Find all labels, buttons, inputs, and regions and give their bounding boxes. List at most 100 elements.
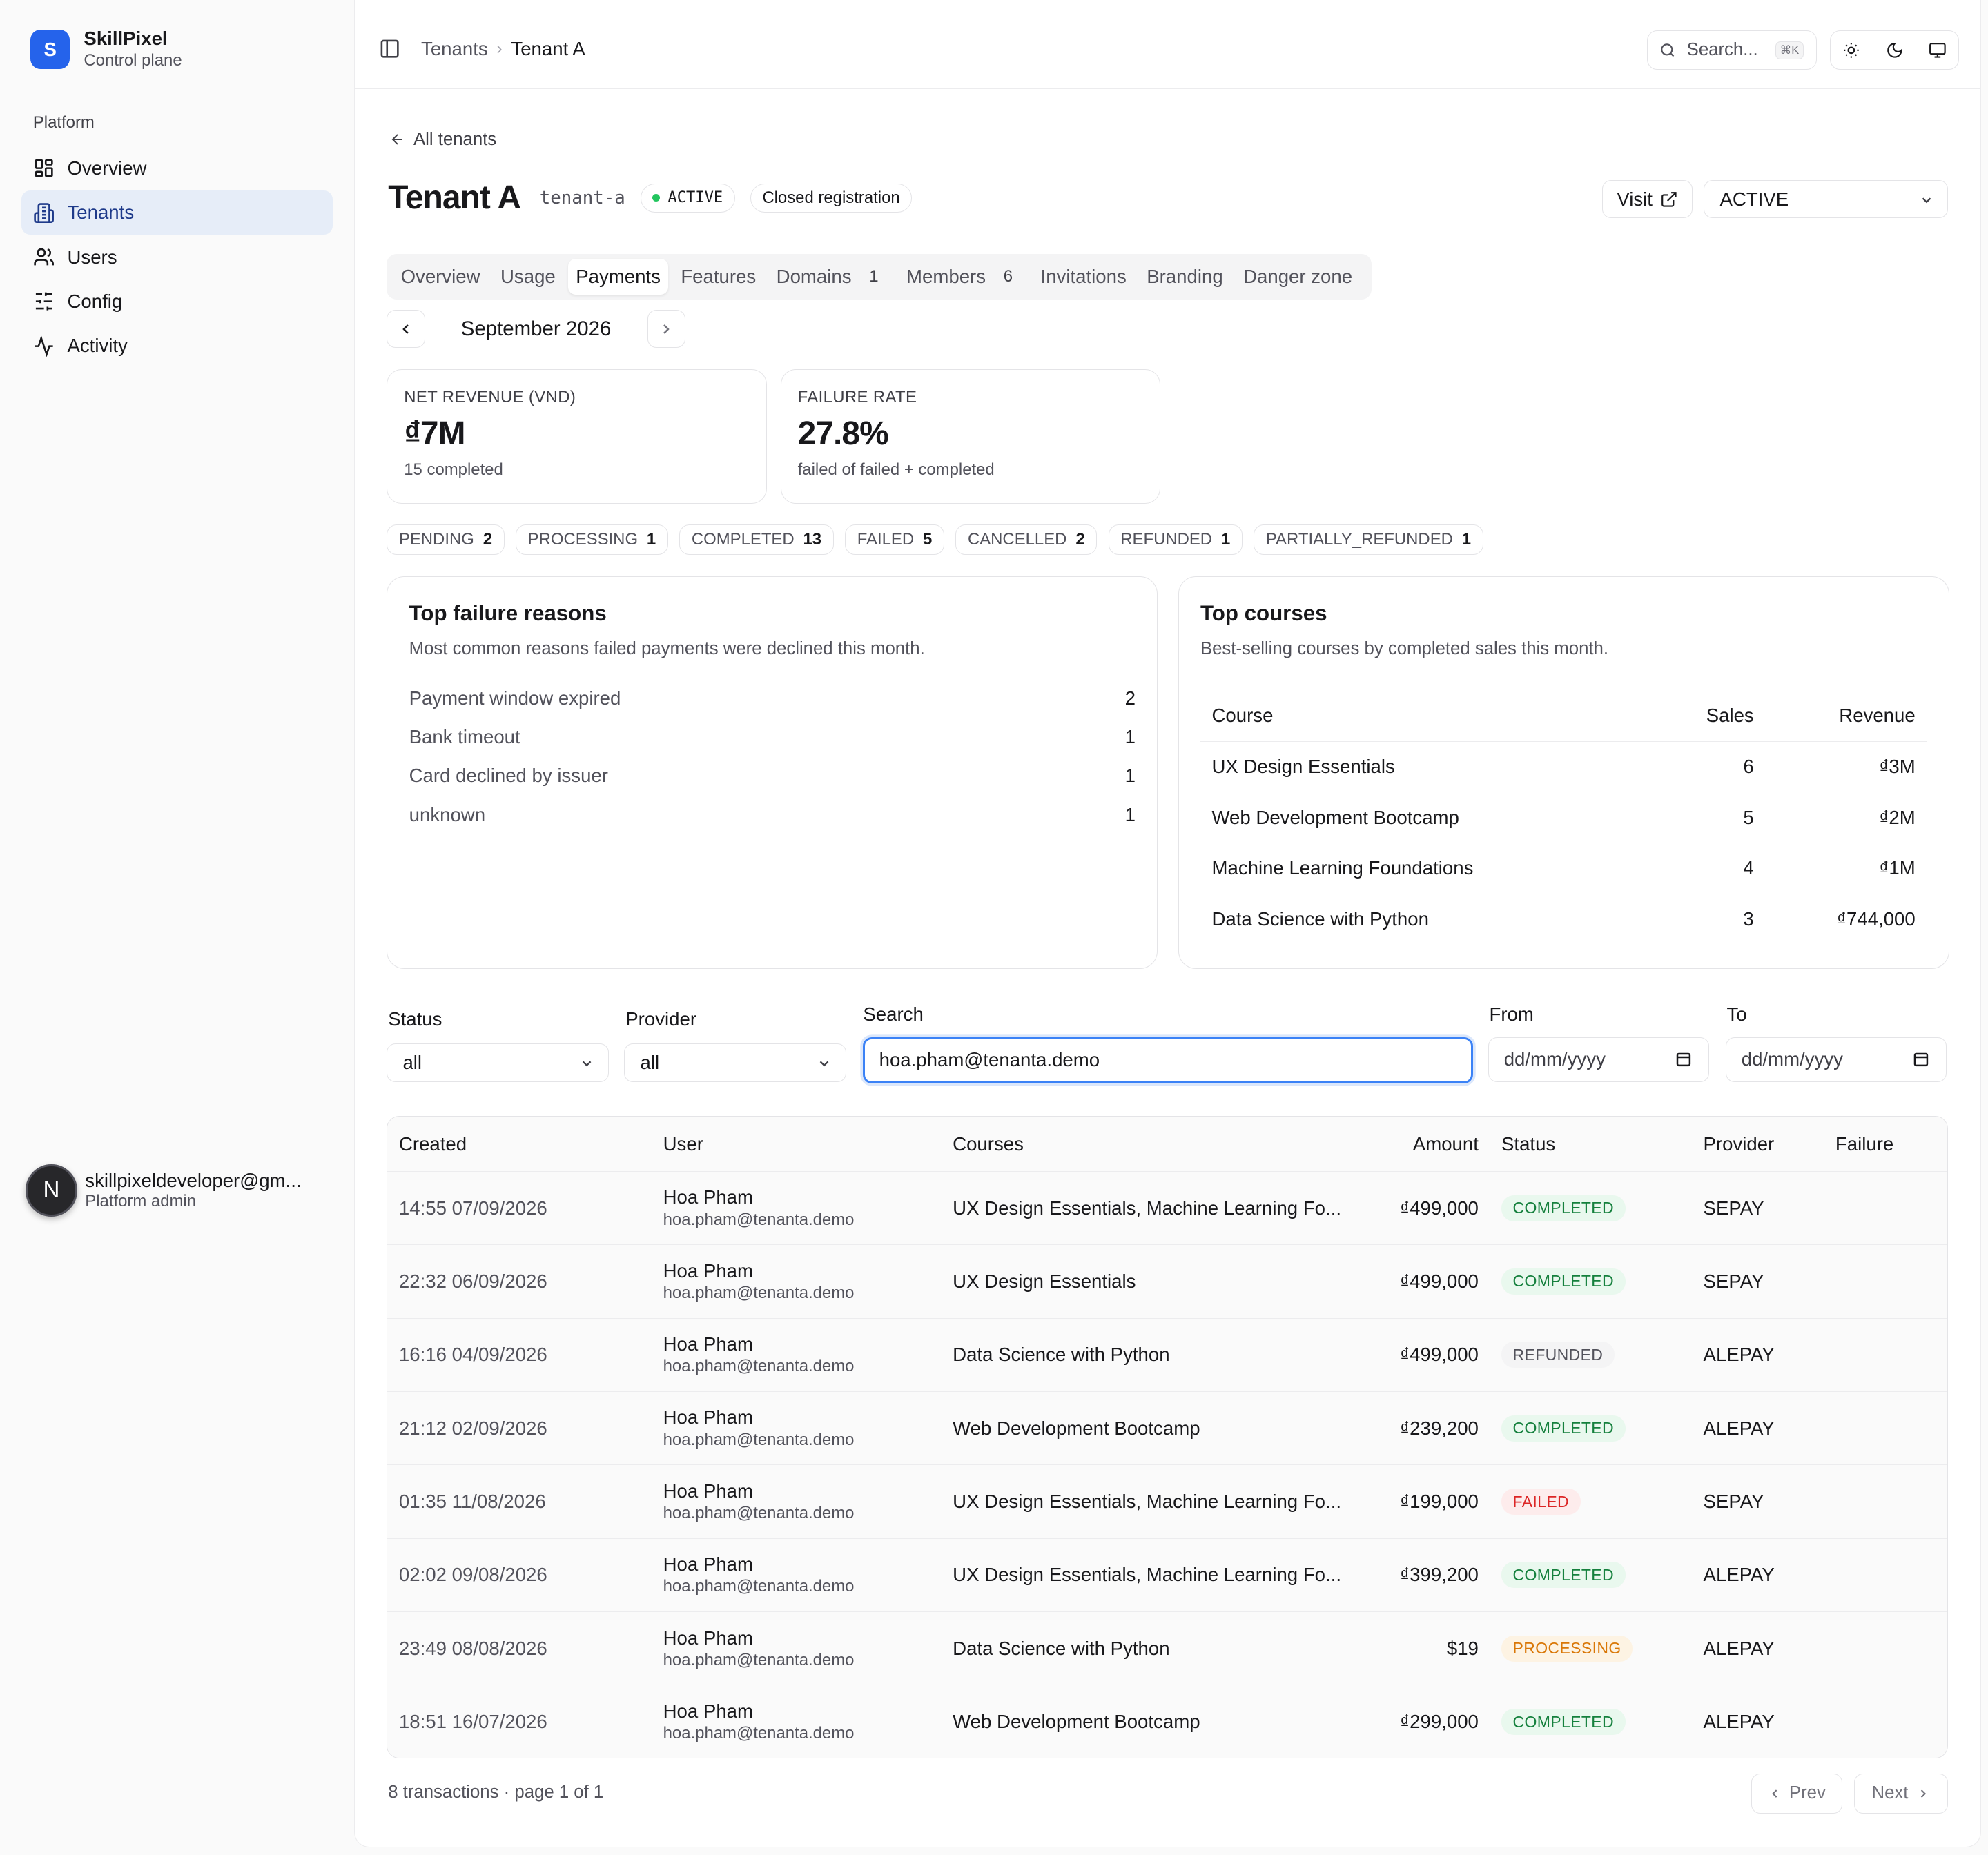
sidebar-item-overview[interactable]: Overview: [21, 146, 333, 190]
chip-label: REFUNDED: [1120, 529, 1213, 549]
theme-system-button[interactable]: [1916, 31, 1958, 69]
stat-subtext: failed of failed + completed: [797, 460, 995, 480]
tab-domains[interactable]: Domains 1: [769, 259, 894, 295]
failure-rate-card: FAILURE RATE 27.8% failed of failed + co…: [780, 369, 1160, 504]
table-row[interactable]: 23:49 08/08/2026 Hoa Pham hoa.pham@tenanta…: [387, 1611, 1947, 1686]
tenant-status-select[interactable]: ACTIVE: [1704, 180, 1948, 219]
registration-badge: Closed registration: [750, 183, 913, 213]
column-header-created[interactable]: Created: [387, 1117, 652, 1172]
amount-cell: ₫499,000: [1360, 1318, 1490, 1392]
table-row: Web Development Bootcamp 5 ₫2M: [1200, 792, 1927, 843]
status-filter-value: all: [402, 1052, 422, 1074]
sidebar-toggle-icon[interactable]: [379, 38, 400, 59]
status-chip-pending[interactable]: PENDING 2: [387, 524, 505, 556]
table-row[interactable]: 21:12 02/09/2026 Hoa Pham hoa.pham@tenanta…: [387, 1391, 1947, 1466]
amount-cell: ₫199,000: [1360, 1464, 1490, 1539]
breadcrumb: Tenants › Tenant A: [421, 38, 585, 60]
to-date-input[interactable]: dd/mm/yyyy: [1725, 1037, 1947, 1082]
table-row[interactable]: 14:55 07/09/2026 Hoa Pham hoa.pham@tenanta…: [387, 1171, 1947, 1246]
transactions-table-container: Created User Courses Amount Status Provi…: [387, 1116, 1948, 1759]
courses-text: UX Design Essentials, Machine Learning F…: [953, 1491, 1342, 1513]
tab-features[interactable]: Features: [673, 259, 763, 295]
column-header-courses[interactable]: Courses: [941, 1117, 1361, 1172]
tab-payments[interactable]: Payments: [568, 259, 668, 295]
failure-cell: [1824, 1611, 1947, 1686]
theme-dark-button[interactable]: [1873, 31, 1917, 70]
status-chip-partially-refunded[interactable]: PARTIALLY_REFUNDED 1: [1254, 524, 1483, 556]
user-email: hoa.pham@tenanta.demo: [663, 1577, 855, 1596]
status-chip-failed[interactable]: FAILED 5: [845, 524, 944, 556]
status-chip-refunded[interactable]: REFUNDED 1: [1108, 524, 1242, 556]
chevron-right-icon: [1920, 1789, 1926, 1798]
column-header-amount[interactable]: Amount: [1360, 1117, 1490, 1172]
reason-label: unknown: [409, 803, 486, 825]
user-name: Hoa Pham: [663, 1553, 753, 1576]
tab-overview[interactable]: Overview: [393, 259, 488, 295]
from-date-input[interactable]: dd/mm/yyyy: [1488, 1037, 1709, 1082]
tab-members[interactable]: Members 6: [899, 259, 1028, 295]
table-row[interactable]: 02:02 09/08/2026 Hoa Pham hoa.pham@tenanta…: [387, 1538, 1947, 1613]
user-cell: Hoa Pham hoa.pham@tenanta.demo: [652, 1464, 942, 1539]
user-name: Hoa Pham: [663, 1186, 753, 1208]
brand[interactable]: S SkillPixel Control plane: [30, 28, 182, 71]
status-badge: COMPLETED: [1501, 1562, 1626, 1589]
sidebar-item-config[interactable]: Config: [21, 279, 333, 324]
user-name: Hoa Pham: [663, 1406, 753, 1429]
global-search[interactable]: Search... ⌘K: [1646, 30, 1818, 70]
status-chip-completed[interactable]: COMPLETED 13: [679, 524, 834, 556]
status-cell: COMPLETED: [1490, 1685, 1692, 1758]
page-title: Tenant A: [388, 179, 521, 217]
visit-button[interactable]: Visit: [1602, 180, 1693, 219]
failure-cell: [1824, 1244, 1947, 1319]
tab-invitations[interactable]: Invitations: [1033, 259, 1134, 295]
tab-usage[interactable]: Usage: [493, 259, 563, 295]
tab-danger-zone[interactable]: Danger zone: [1236, 259, 1360, 295]
table-row[interactable]: 22:32 06/09/2026 Hoa Pham hoa.pham@tenanta…: [387, 1244, 1947, 1319]
provider-cell: SEPAY: [1692, 1171, 1824, 1246]
status-chip-processing[interactable]: PROCESSING 1: [516, 524, 668, 556]
chevron-down-icon: [582, 1061, 592, 1067]
courses-cell: UX Design Essentials: [941, 1244, 1361, 1319]
back-to-tenants-link[interactable]: All tenants: [389, 130, 496, 150]
pagination-summary: 8 transactions · page 1 of 1: [388, 1783, 604, 1803]
search-icon: [1661, 43, 1675, 57]
breadcrumb-tenants[interactable]: Tenants: [421, 38, 488, 60]
theme-light-button[interactable]: [1831, 31, 1873, 70]
sidebar-item-label: Tenants: [67, 202, 135, 224]
failure-cell: [1824, 1391, 1947, 1466]
activity-icon: [35, 335, 53, 357]
column-header-user[interactable]: User: [652, 1117, 942, 1172]
course-revenue: ₫2M: [1765, 792, 1927, 843]
courses-cell: UX Design Essentials, Machine Learning F…: [941, 1171, 1361, 1246]
failure-reasons-panel: Top failure reasons Most common reasons …: [387, 576, 1158, 969]
table-row[interactable]: 18:51 16/07/2026 Hoa Pham hoa.pham@tenanta…: [387, 1685, 1947, 1758]
table-row: UX Design Essentials 6 ₫3M: [1200, 741, 1927, 793]
sidebar-item-label: Config: [67, 290, 123, 312]
column-header-provider[interactable]: Provider: [1692, 1117, 1824, 1172]
table-header-row: Course Sales Revenue: [1200, 690, 1927, 742]
user-menu[interactable]: N skillpixeldeveloper@gm... Platform adm…: [25, 1164, 320, 1217]
table-row[interactable]: 01:35 11/08/2026 Hoa Pham hoa.pham@tenanta…: [387, 1464, 1947, 1539]
status-chip-cancelled[interactable]: CANCELLED 2: [955, 524, 1098, 556]
sidebar-item-users[interactable]: Users: [21, 235, 333, 279]
sidebar-item-tenants[interactable]: Tenants: [21, 190, 333, 235]
courses-text: Data Science with Python: [953, 1344, 1170, 1366]
prev-page-button[interactable]: Prev: [1751, 1774, 1842, 1814]
search-input[interactable]: hoa.pham@tenanta.demo: [863, 1037, 1473, 1083]
provider-filter-select[interactable]: all: [624, 1043, 847, 1082]
top-courses-panel: Top courses Best-selling courses by comp…: [1178, 576, 1949, 969]
panel-title: Top failure reasons: [409, 601, 607, 626]
table-row[interactable]: 16:16 04/09/2026 Hoa Pham hoa.pham@tenanta…: [387, 1318, 1947, 1392]
column-header-failure[interactable]: Failure: [1824, 1117, 1947, 1172]
next-page-button[interactable]: Next: [1853, 1774, 1948, 1814]
column-header-status[interactable]: Status: [1490, 1117, 1692, 1172]
tab-branding[interactable]: Branding: [1139, 259, 1231, 295]
chip-label: COMPLETED: [691, 529, 795, 549]
tab-label: Members: [906, 266, 986, 288]
next-month-button[interactable]: [647, 309, 685, 349]
chip-label: PENDING: [398, 529, 474, 549]
status-filter-select[interactable]: all: [387, 1043, 610, 1082]
prev-month-button[interactable]: [387, 309, 425, 349]
brand-logo: S: [30, 30, 70, 70]
sidebar-item-activity[interactable]: Activity: [21, 324, 333, 368]
